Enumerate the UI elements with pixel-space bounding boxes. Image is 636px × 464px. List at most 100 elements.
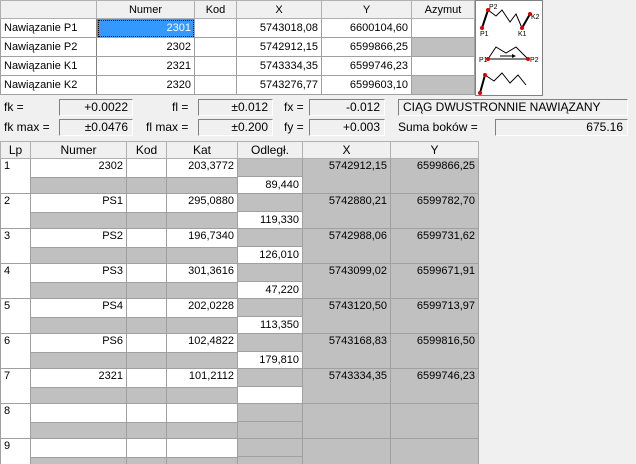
kat-cell[interactable]: 101,2112 [166, 368, 238, 388]
connection-azymut-cell[interactable] [411, 18, 475, 38]
kod-cell[interactable] [126, 368, 167, 388]
kod-cell[interactable] [126, 438, 167, 458]
header-numer[interactable]: Numer [30, 141, 127, 159]
connection-kod-cell[interactable] [194, 37, 237, 57]
kat-cell[interactable] [166, 438, 238, 458]
odleglosc-cell[interactable] [237, 403, 303, 439]
y-coordinate-cell[interactable]: 6599816,50 [390, 333, 479, 369]
header-x[interactable]: X [236, 0, 322, 19]
header-y[interactable]: Y [390, 141, 479, 159]
connection-x-cell[interactable]: 5743334,35 [236, 56, 322, 76]
header-odleglosc[interactable]: Odległ. [237, 141, 303, 159]
odleglosc-value[interactable]: 47,220 [238, 282, 302, 298]
kod-cell[interactable] [126, 298, 167, 318]
odleglosc-cell[interactable]: 119,330 [237, 193, 303, 229]
header-lp[interactable]: Lp [0, 141, 31, 159]
connection-y-cell[interactable]: 6599603,10 [321, 75, 412, 95]
x-coordinate-cell[interactable]: 5742988,06 [302, 228, 391, 264]
odleglosc-value[interactable] [238, 457, 302, 464]
connection-y-cell[interactable]: 6599866,25 [321, 37, 412, 57]
connection-x-cell[interactable]: 5743018,08 [236, 18, 322, 38]
kod-cell[interactable] [126, 263, 167, 283]
connection-y-cell[interactable]: 6600104,60 [321, 18, 412, 38]
odleglosc-cell[interactable] [237, 368, 303, 404]
numer-cell[interactable]: PS3 [30, 263, 127, 283]
kat-cell[interactable]: 202,0228 [166, 298, 238, 318]
header-x[interactable]: X [302, 141, 391, 159]
header-kod[interactable]: Kod [126, 141, 167, 159]
y-coordinate-cell[interactable]: 6599671,91 [390, 263, 479, 299]
connection-azymut-cell[interactable] [411, 37, 475, 57]
connection-kod-cell[interactable] [194, 75, 237, 95]
x-coordinate-cell[interactable]: 5743334,35 [302, 368, 391, 404]
connection-kod-cell[interactable] [194, 18, 237, 38]
numer-cell[interactable]: 2302 [30, 158, 127, 178]
connection-numer-cell[interactable]: 2321 [96, 56, 195, 76]
odleglosc-value[interactable]: 119,330 [238, 212, 302, 228]
y-coordinate-cell[interactable]: 6599866,25 [390, 158, 479, 194]
kat-cell[interactable] [166, 403, 238, 423]
x-coordinate-cell[interactable]: 5743168,83 [302, 333, 391, 369]
odleglosc-value[interactable]: 126,010 [238, 247, 302, 263]
kod-cell[interactable] [126, 193, 167, 213]
x-coordinate-cell[interactable] [302, 438, 391, 464]
x-coordinate-cell[interactable]: 5743099,02 [302, 263, 391, 299]
header-y[interactable]: Y [321, 0, 412, 19]
odleglosc-value[interactable] [238, 387, 302, 403]
row-number: 7 [0, 368, 31, 404]
y-coordinate-cell[interactable] [390, 438, 479, 464]
numer-cell[interactable]: 2321 [30, 368, 127, 388]
odleglosc-value[interactable]: 179,810 [238, 352, 302, 368]
header-azymut[interactable]: Azymut [411, 0, 475, 19]
numer-cell[interactable]: PS2 [30, 228, 127, 248]
connection-y-cell[interactable]: 6599746,23 [321, 56, 412, 76]
connection-x-cell[interactable]: 5743276,77 [236, 75, 322, 95]
connection-x-cell[interactable]: 5742912,15 [236, 37, 322, 57]
odleglosc-cell[interactable]: 89,440 [237, 158, 303, 194]
odleglosc-cell[interactable]: 113,350 [237, 298, 303, 334]
header-kat[interactable]: Kat [166, 141, 238, 159]
y-coordinate-cell[interactable] [390, 403, 479, 439]
header-numer[interactable]: Numer [96, 0, 195, 19]
odleglosc-value[interactable] [238, 422, 302, 438]
numer-cell[interactable]: PS1 [30, 193, 127, 213]
connection-azymut-cell[interactable] [411, 56, 475, 76]
x-coordinate-cell[interactable] [302, 403, 391, 439]
table-row: 9 [0, 438, 479, 464]
y-coordinate-cell[interactable]: 6599731,62 [390, 228, 479, 264]
header-kod[interactable]: Kod [194, 0, 237, 19]
odleglosc-value[interactable]: 113,350 [238, 317, 302, 333]
kat-cell[interactable]: 196,7340 [166, 228, 238, 248]
table-row: 6 PS6 102,4822 179,810 5743168,83 6599816,50 [0, 333, 479, 369]
kat-cell[interactable]: 301,3616 [166, 263, 238, 283]
kat-cell[interactable]: 203,3772 [166, 158, 238, 178]
connection-numer-cell[interactable]: 2320 [96, 75, 195, 95]
fl-label: fl = [172, 100, 189, 114]
numer-cell[interactable]: PS6 [30, 333, 127, 353]
kod-cell[interactable] [126, 228, 167, 248]
odleglosc-cell[interactable]: 179,810 [237, 333, 303, 369]
numer-cell[interactable] [30, 403, 127, 423]
odleglosc-cell[interactable]: 126,010 [237, 228, 303, 264]
kod-cell[interactable] [126, 403, 167, 423]
x-coordinate-cell[interactable]: 5742912,15 [302, 158, 391, 194]
y-coordinate-cell[interactable]: 6599746,23 [390, 368, 479, 404]
connection-azymut-cell[interactable] [411, 75, 475, 95]
connection-kod-cell[interactable] [194, 56, 237, 76]
kat-cell[interactable]: 295,0880 [166, 193, 238, 213]
odleglosc-cell[interactable]: 47,220 [237, 263, 303, 299]
kod-cell[interactable] [126, 158, 167, 178]
odleglosc-point-slot [238, 404, 302, 422]
numer-cell[interactable]: PS4 [30, 298, 127, 318]
odleglosc-value[interactable]: 89,440 [238, 177, 302, 193]
kat-cell[interactable]: 102,4822 [166, 333, 238, 353]
x-coordinate-cell[interactable]: 5743120,50 [302, 298, 391, 334]
odleglosc-cell[interactable] [237, 438, 303, 464]
y-coordinate-cell[interactable]: 6599782,70 [390, 193, 479, 229]
kod-cell[interactable] [126, 333, 167, 353]
connection-numer-cell[interactable]: 2302 [96, 37, 195, 57]
x-coordinate-cell[interactable]: 5742880,21 [302, 193, 391, 229]
connection-numer-cell[interactable]: 2301 [96, 18, 195, 38]
y-coordinate-cell[interactable]: 6599713,97 [390, 298, 479, 334]
numer-cell[interactable] [30, 438, 127, 458]
